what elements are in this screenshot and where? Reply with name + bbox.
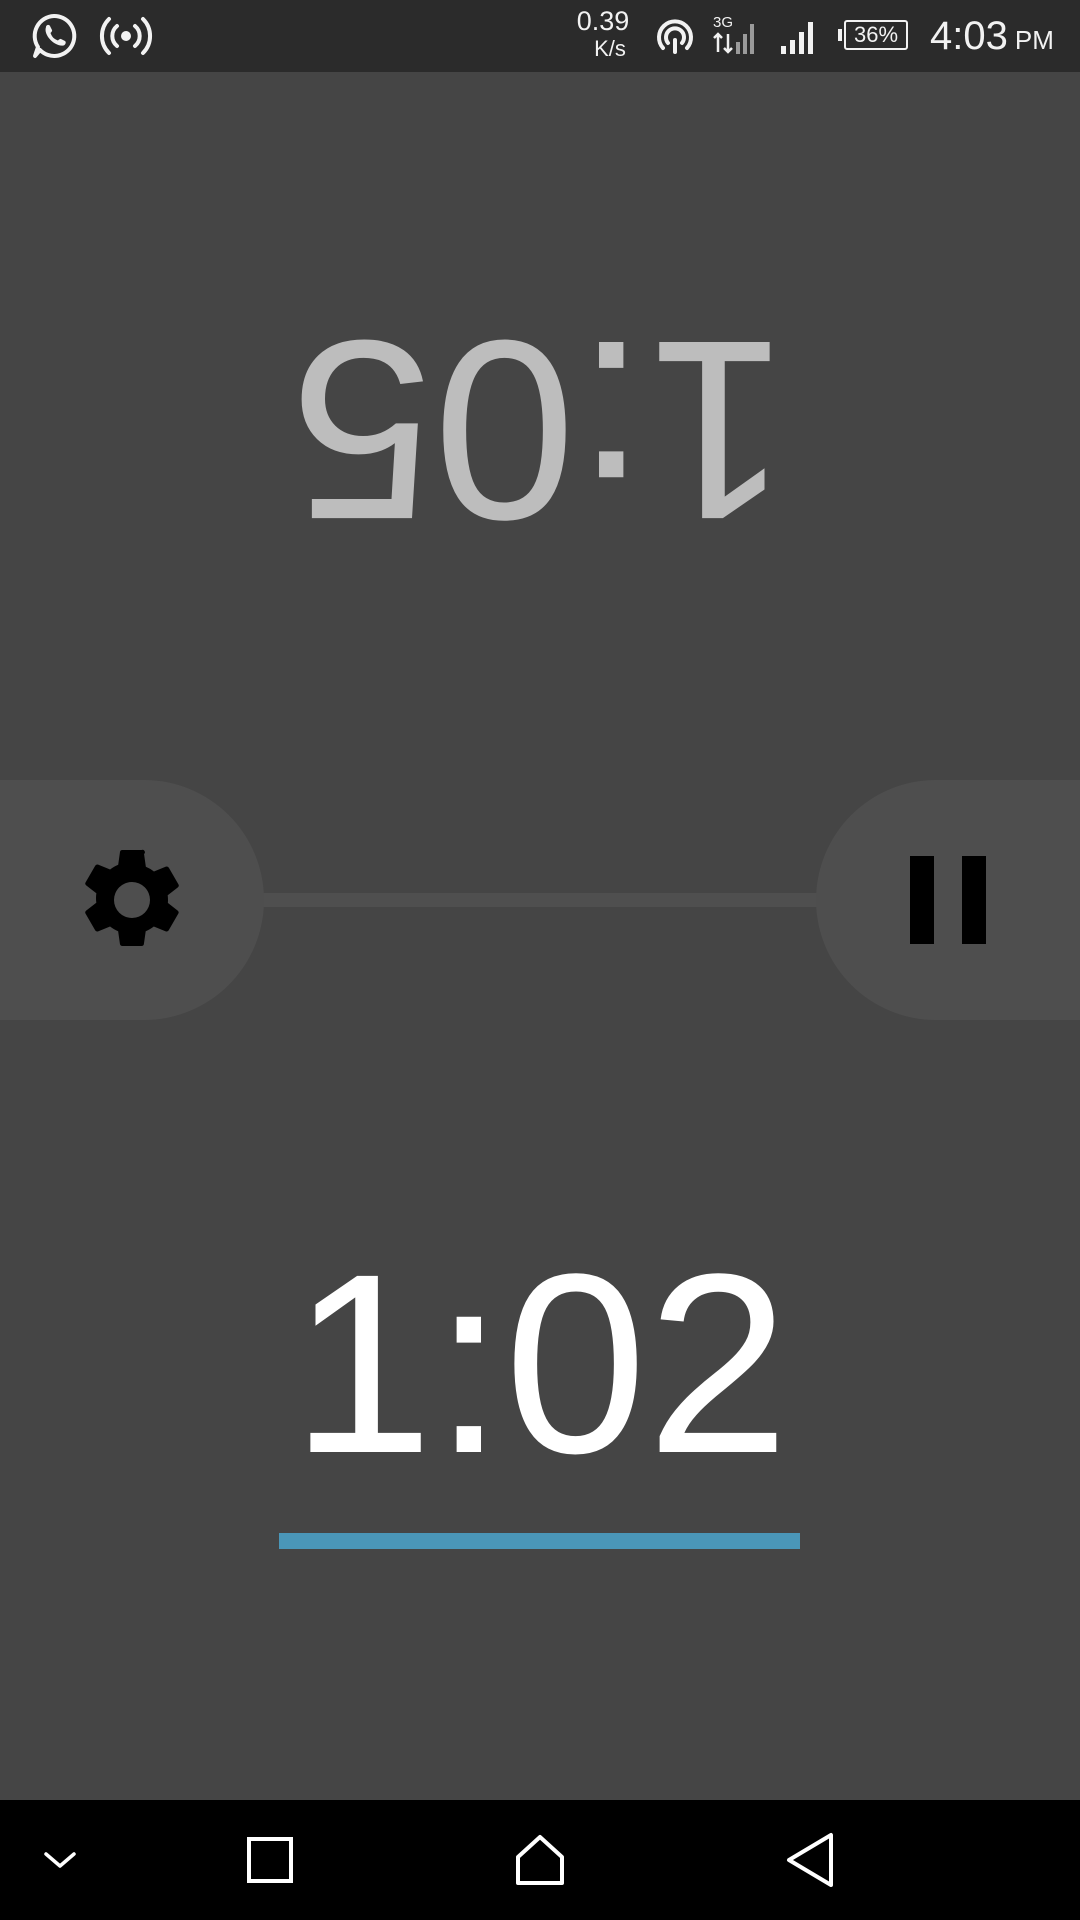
network-speed-value: 0.39 <box>576 6 630 36</box>
home-button[interactable] <box>485 1800 595 1920</box>
pause-icon <box>910 856 986 944</box>
active-player-indicator-fill <box>279 1533 800 1549</box>
navigation-bar <box>0 1800 1080 1920</box>
battery-nub <box>838 29 842 41</box>
network-speed: 0.39 K/s <box>568 8 638 60</box>
collapse-icon <box>44 1852 76 1868</box>
svg-text:3G: 3G <box>713 14 733 31</box>
3g-data-icon: 3G <box>710 0 762 72</box>
clock: 4:03 PM <box>930 0 1054 72</box>
recents-icon <box>247 1837 293 1883</box>
network-speed-unit: K/s <box>594 36 626 61</box>
whatsapp-icon <box>26 0 82 72</box>
hotspot-icon <box>650 0 700 72</box>
top-player-timer[interactable]: 1:05 <box>0 287 1080 573</box>
back-icon <box>787 1833 833 1887</box>
settings-button[interactable] <box>0 780 264 1020</box>
collapse-nav-button[interactable] <box>5 1800 115 1920</box>
gear-icon <box>85 849 179 946</box>
chess-clock-screen: 0.39 K/s 3G 36% 4:03 PM 1:05 1:02 <box>0 0 1080 1920</box>
active-player-indicator <box>279 1533 800 1549</box>
back-button[interactable] <box>755 1800 865 1920</box>
bottom-player-timer[interactable]: 1:02 <box>0 1236 1080 1492</box>
clock-time: 4:03 <box>930 13 1008 58</box>
battery-icon: 36% <box>838 18 908 52</box>
home-icon <box>516 1835 564 1885</box>
recents-button[interactable] <box>215 1800 325 1920</box>
battery-percent: 36% <box>844 20 908 50</box>
cell-signal-icon <box>776 0 822 72</box>
broadcast-icon <box>98 0 154 72</box>
pause-button[interactable] <box>816 780 1080 1020</box>
clock-ampm: PM <box>1014 24 1054 55</box>
status-bar: 0.39 K/s 3G 36% 4:03 PM <box>0 0 1080 72</box>
